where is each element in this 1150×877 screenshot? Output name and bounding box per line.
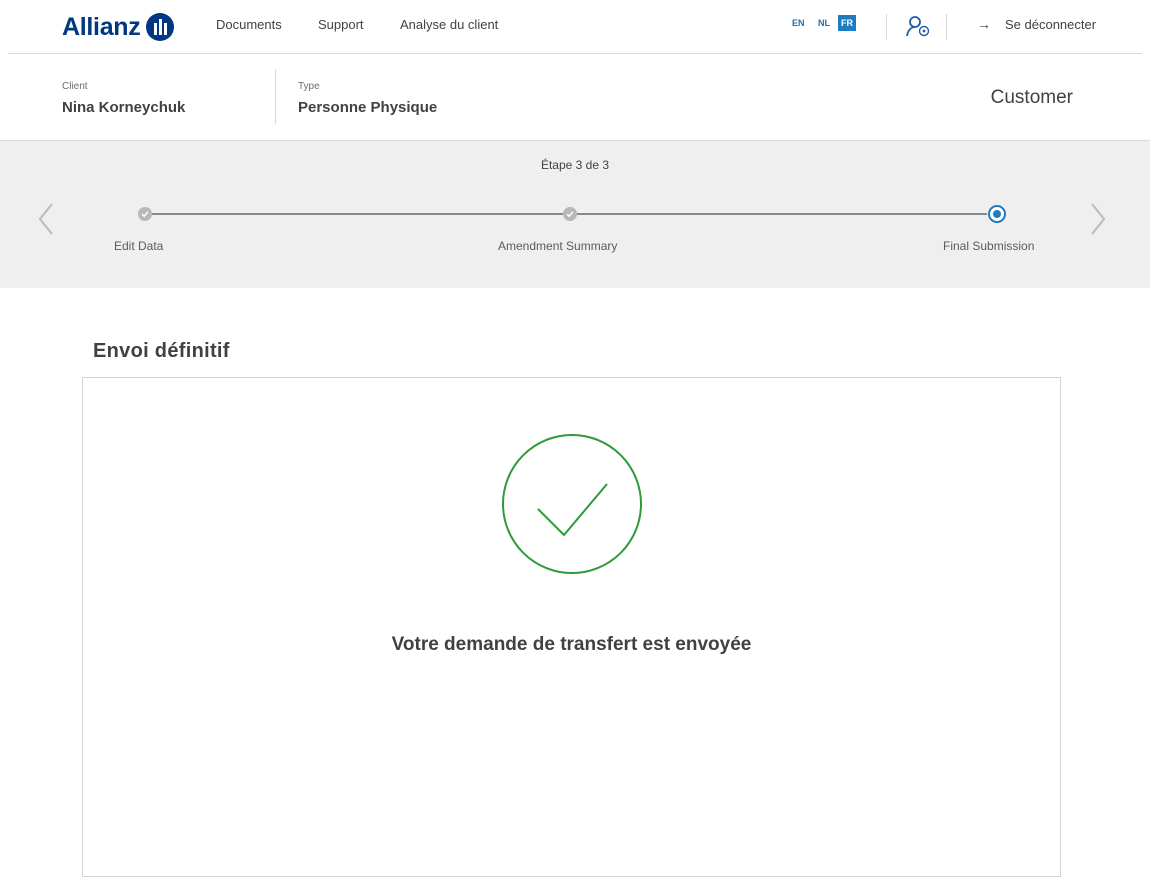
success-message: Votre demande de transfert est envoyée	[391, 634, 752, 655]
logout-label: Se déconnecter	[1005, 16, 1097, 32]
nav-link-analyse-du-client[interactable]: Analyse du client	[400, 17, 498, 32]
chevron-left-icon[interactable]	[36, 201, 56, 237]
check-circle-icon	[502, 434, 642, 574]
allianz-logo[interactable]: Allianz	[62, 10, 175, 44]
client-divider	[275, 69, 276, 124]
check-icon	[566, 211, 574, 218]
nav-divider	[886, 14, 887, 40]
confirmation-panel: Votre demande de transfert est envoyée	[82, 377, 1061, 877]
progress-stepper: Étape 3 de 3 Edit Data Amendment Summary…	[0, 141, 1150, 288]
allianz-eagle-icon	[146, 13, 175, 41]
language-fr[interactable]: FR	[838, 15, 856, 31]
client-label: Client	[62, 81, 88, 92]
step-label-edit-data[interactable]: Edit Data	[114, 239, 163, 253]
step-connector	[577, 213, 987, 215]
logout-link[interactable]: → Se déconnecter	[977, 16, 1096, 32]
step-counter: Étape 3 de 3	[540, 158, 610, 172]
top-navigation: Allianz Documents Support Analyse du cli…	[0, 0, 1150, 54]
step-done-indicator	[563, 207, 577, 221]
arrow-right-icon: →	[977, 16, 991, 32]
step-current-indicator	[988, 205, 1006, 223]
language-en[interactable]: EN	[792, 18, 805, 28]
role-label: Customer	[990, 87, 1073, 108]
section-title: Envoi définitif	[93, 339, 230, 362]
nav-link-support[interactable]: Support	[318, 17, 364, 32]
type-label: Type	[298, 81, 320, 92]
step-connector	[152, 213, 564, 215]
check-icon	[141, 211, 149, 218]
language-nl[interactable]: NL	[818, 18, 830, 28]
client-info-bar: Client Nina Korneychuk Type Personne Phy…	[0, 54, 1150, 141]
step-label-final-submission[interactable]: Final Submission	[943, 239, 1034, 253]
logo-wordmark: Allianz	[62, 12, 141, 41]
nav-divider	[946, 14, 947, 40]
user-settings-icon[interactable]	[905, 15, 933, 37]
nav-link-documents[interactable]: Documents	[216, 17, 282, 32]
step-label-amendment-summary[interactable]: Amendment Summary	[498, 239, 617, 253]
client-type: Personne Physique	[298, 99, 438, 116]
step-done-indicator	[138, 207, 152, 221]
client-name: Nina Korneychuk	[62, 99, 186, 116]
chevron-right-icon[interactable]	[1088, 201, 1108, 237]
